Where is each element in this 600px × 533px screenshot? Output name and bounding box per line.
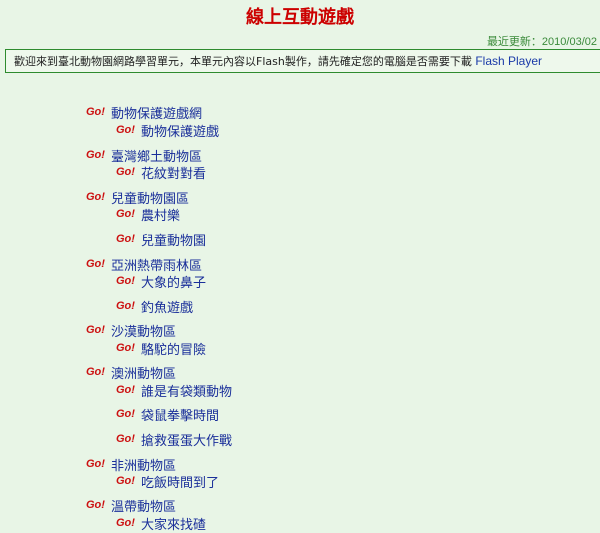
game-link[interactable]: Go! 花紋對對看 (116, 164, 206, 182)
game-link[interactable]: Go! 動物保護遊戲 (116, 122, 219, 140)
go-icon: Go! (116, 408, 135, 420)
category-link[interactable]: Go! 溫帶動物區 (86, 497, 176, 515)
game-link[interactable]: Go! 袋鼠拳擊時間 (116, 406, 219, 424)
go-icon: Go! (116, 275, 135, 287)
category-link[interactable]: Go! 動物保護遊戲網 (86, 104, 202, 122)
category-link[interactable]: Go! 澳洲動物區 (86, 364, 176, 382)
go-icon: Go! (116, 433, 135, 445)
game-link[interactable]: Go! 吃飯時間到了 (116, 473, 219, 491)
last-updated: 最近更新：2010/03/02 (486, 36, 597, 48)
link-label: 吃飯時間到了 (140, 475, 219, 491)
go-icon: Go! (116, 233, 135, 245)
game-link[interactable]: Go! 釣魚遊戲 (116, 298, 193, 316)
go-icon: Go! (86, 324, 105, 336)
link-label: 大家來找碴 (140, 517, 206, 533)
link-label: 駱駝的冒險 (140, 342, 206, 358)
link-label: 溫帶動物區 (110, 499, 176, 515)
go-icon: Go! (86, 149, 105, 161)
go-icon: Go! (116, 208, 135, 220)
link-label: 釣魚遊戲 (140, 300, 193, 316)
game-link[interactable]: Go! 兒童動物園 (116, 231, 206, 249)
link-label: 花紋對對看 (140, 166, 206, 182)
category-link[interactable]: Go! 臺灣鄉土動物區 (86, 147, 202, 165)
go-icon: Go! (116, 300, 135, 312)
game-link[interactable]: Go! 駱駝的冒險 (116, 340, 206, 358)
game-link[interactable]: Go! 搶救蛋蛋大作戰 (116, 431, 232, 449)
game-link[interactable]: Go! 大家來找碴 (116, 515, 206, 533)
go-icon: Go! (86, 499, 105, 511)
go-icon: Go! (86, 106, 105, 118)
link-label: 動物保護遊戲網 (110, 106, 202, 122)
link-label: 大象的鼻子 (140, 275, 206, 291)
notice-text: 歡迎來到臺北動物園網路學習單元，本單元內容以Flash製作，請先確定您的電腦是否… (14, 55, 472, 68)
category-link[interactable]: Go! 沙漠動物區 (86, 322, 176, 340)
go-icon: Go! (86, 366, 105, 378)
go-icon: Go! (116, 384, 135, 396)
flash-notice: 歡迎來到臺北動物園網路學習單元，本單元內容以Flash製作，請先確定您的電腦是否… (5, 49, 600, 73)
game-link[interactable]: Go! 大象的鼻子 (116, 273, 206, 291)
category-link[interactable]: Go! 兒童動物園區 (86, 189, 189, 207)
game-link[interactable]: Go! 農村樂 (116, 206, 180, 224)
go-icon: Go! (86, 458, 105, 470)
link-label: 兒童動物園 (140, 233, 206, 249)
game-link[interactable]: Go! 誰是有袋類動物 (116, 382, 232, 400)
link-label: 袋鼠拳擊時間 (140, 408, 219, 424)
page-title: 線上互動遊戲 (246, 7, 354, 28)
link-label: 農村樂 (140, 208, 180, 224)
link-label: 動物保護遊戲 (140, 124, 219, 140)
go-icon: Go! (116, 475, 135, 487)
link-label: 誰是有袋類動物 (140, 384, 232, 400)
go-icon: Go! (116, 124, 135, 136)
flash-player-link[interactable]: Flash Player (475, 54, 542, 68)
link-label: 澳洲動物區 (110, 366, 176, 382)
go-icon: Go! (116, 166, 135, 178)
go-icon: Go! (86, 258, 105, 270)
go-icon: Go! (116, 342, 135, 354)
go-icon: Go! (116, 517, 135, 529)
category-link[interactable]: Go! 非洲動物區 (86, 456, 176, 474)
category-link[interactable]: Go! 亞洲熱帶雨林區 (86, 256, 202, 274)
link-label: 搶救蛋蛋大作戰 (140, 433, 232, 449)
link-label: 沙漠動物區 (110, 324, 176, 340)
go-icon: Go! (86, 191, 105, 203)
